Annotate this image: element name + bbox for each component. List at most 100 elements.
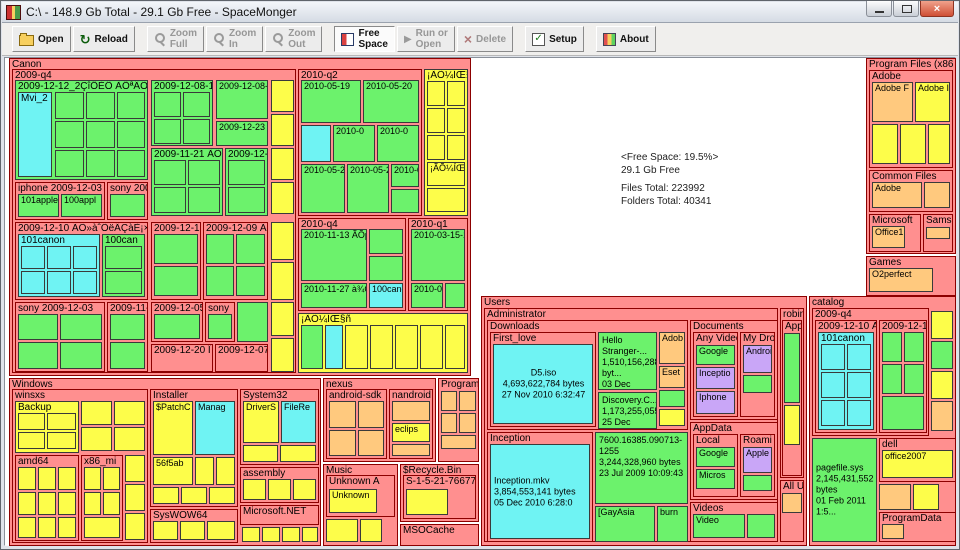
- file-cell[interactable]: [847, 372, 871, 398]
- file-cell[interactable]: [282, 527, 300, 542]
- file-cell[interactable]: [271, 262, 294, 300]
- file-cell[interactable]: [114, 401, 145, 425]
- file-cell[interactable]: [326, 519, 358, 542]
- file-cell[interactable]: [86, 92, 115, 119]
- file-inceptio[interactable]: Inceptio: [696, 367, 735, 389]
- file-cell[interactable]: [18, 413, 45, 430]
- file-cell[interactable]: [445, 283, 465, 308]
- file-cell[interactable]: [18, 342, 58, 369]
- file-cell[interactable]: [38, 492, 56, 515]
- file-micros[interactable]: Micros: [696, 469, 735, 489]
- file-cell[interactable]: [206, 266, 234, 296]
- file-cell[interactable]: [301, 325, 323, 369]
- file-cell[interactable]: [747, 514, 775, 538]
- file-cell[interactable]: [84, 467, 101, 490]
- file-cell[interactable]: [392, 444, 430, 456]
- file-56f5ab[interactable]: 56f5ab: [153, 457, 193, 485]
- file-cell[interactable]: [18, 432, 45, 449]
- file-cell[interactable]: [207, 521, 235, 540]
- file-cell[interactable]: [73, 246, 97, 269]
- file-cell[interactable]: [821, 372, 845, 398]
- file-cell[interactable]: [427, 135, 445, 160]
- folder-msocache[interactable]: MSOCache: [400, 524, 479, 546]
- file-cell[interactable]: [216, 457, 235, 485]
- file-cell[interactable]: [928, 124, 950, 164]
- file-cell[interactable]: [18, 517, 36, 538]
- file-cell[interactable]: [847, 344, 871, 370]
- file-eclips[interactable]: eclips: [392, 423, 430, 442]
- file-gayasia[interactable]: [GayAsia: [595, 506, 655, 542]
- file-krapom-sub[interactable]: ¡ÃÕ¼ÍŒ§Õ: [427, 162, 465, 186]
- file-cell[interactable]: [392, 401, 430, 421]
- file-cell[interactable]: [154, 266, 198, 296]
- file-cell[interactable]: [243, 445, 278, 462]
- file-discovery[interactable]: Discovery.C...1,173,255,055...25 Dec 201…: [598, 392, 657, 429]
- file-adob[interactable]: Adob: [659, 332, 685, 364]
- file-cell[interactable]: [55, 150, 84, 177]
- file-cell[interactable]: [659, 390, 685, 407]
- file-cell[interactable]: [931, 341, 953, 369]
- file-cell[interactable]: [154, 160, 186, 185]
- file-cell[interactable]: [345, 325, 368, 369]
- file-cell[interactable]: [743, 475, 772, 491]
- file-cell[interactable]: [445, 325, 465, 369]
- file-cell[interactable]: [86, 150, 115, 177]
- file-2010-0[interactable]: 2010-0: [333, 125, 375, 162]
- file-cell[interactable]: [110, 342, 145, 369]
- file-cell[interactable]: [784, 333, 800, 403]
- file-cell[interactable]: [117, 121, 145, 148]
- file-cell[interactable]: [325, 325, 343, 369]
- file-cell[interactable]: [125, 484, 145, 511]
- file-cell[interactable]: [280, 445, 316, 462]
- file-adobe-i[interactable]: Adobe I: [915, 82, 950, 122]
- file-burn[interactable]: burn: [657, 506, 688, 542]
- file-cell[interactable]: [872, 124, 898, 164]
- file-manag[interactable]: Manag: [195, 401, 235, 455]
- file-cell[interactable]: [360, 519, 382, 542]
- file-filere[interactable]: FileRe: [281, 401, 316, 443]
- file-cell[interactable]: [58, 517, 76, 538]
- file-cell[interactable]: [271, 182, 294, 214]
- file-o2perfect[interactable]: O2perfect: [869, 268, 933, 292]
- file-cell[interactable]: [459, 413, 476, 433]
- file-cell[interactable]: [181, 487, 207, 504]
- file-cell[interactable]: [369, 256, 403, 281]
- file-100apple[interactable]: 100appl: [61, 194, 102, 217]
- file-cell[interactable]: [358, 430, 384, 456]
- file-2009-12-08[interactable]: 2009-12-08-: [216, 80, 268, 119]
- file-cell[interactable]: [931, 371, 953, 399]
- file-100canon[interactable]: 100canon: [369, 283, 403, 308]
- file-cell[interactable]: [153, 487, 179, 504]
- file-cell[interactable]: [882, 364, 902, 394]
- file-office1[interactable]: Office1: [872, 226, 905, 248]
- file-cell[interactable]: [188, 187, 220, 213]
- file-cell[interactable]: [329, 401, 356, 428]
- file-2010-03-15-17[interactable]: 2010-03-15-17 Ã: [411, 229, 465, 281]
- file-cell[interactable]: [117, 150, 145, 177]
- folder-2009-12-20[interactable]: 2009-12-20 Ï: [151, 344, 213, 372]
- file-d5-iso[interactable]: D5.iso 4,693,622,784 bytes 27 Nov 2010 6:3…: [493, 344, 593, 424]
- file-cell[interactable]: [784, 405, 800, 445]
- file-cell[interactable]: [271, 148, 294, 180]
- file-drivers[interactable]: DriverS: [243, 401, 279, 443]
- file-cell[interactable]: [38, 467, 56, 490]
- file-cell[interactable]: [242, 527, 260, 542]
- file-cell[interactable]: [271, 80, 294, 112]
- file-cell[interactable]: [441, 435, 476, 449]
- file-hello-stranger[interactable]: Hello Stranger-... 1,510,156,288 byt... 03…: [598, 332, 657, 390]
- file-cell[interactable]: [117, 92, 145, 119]
- file-2010-11-13[interactable]: 2010-11-13 ÃÕµµÕë§ÈÖ¡Ï: [301, 229, 367, 281]
- file-2010-03[interactable]: 2010-03: [411, 283, 443, 308]
- file-2010-0[interactable]: 2010-0: [391, 164, 419, 187]
- file-cell[interactable]: [427, 188, 465, 212]
- file-androi[interactable]: Androi: [743, 345, 772, 373]
- file-cell[interactable]: [58, 467, 76, 490]
- file-cell[interactable]: [188, 160, 220, 185]
- file-cell[interactable]: [18, 314, 58, 340]
- file-cell[interactable]: [237, 302, 268, 342]
- file-cell[interactable]: [60, 342, 102, 369]
- file-cell[interactable]: [73, 271, 97, 294]
- file-cell[interactable]: [103, 467, 120, 490]
- file-cell[interactable]: [86, 121, 115, 148]
- file-cell[interactable]: [55, 92, 84, 119]
